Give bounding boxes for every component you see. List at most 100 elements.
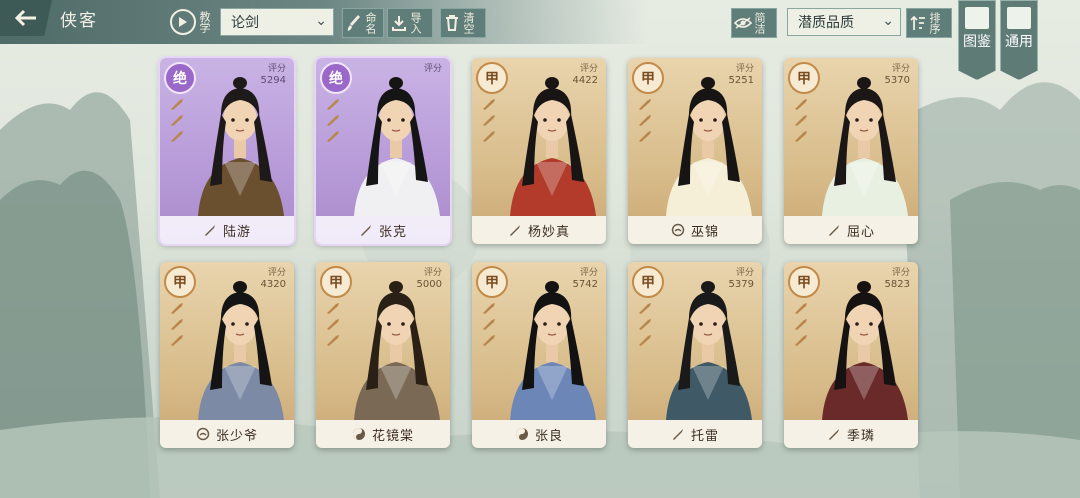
sword-icon [171, 115, 183, 126]
brush-icon [343, 12, 365, 34]
sword-icon [795, 335, 807, 346]
codex-label: 图鉴 [963, 34, 991, 50]
hero-portrait [822, 281, 908, 420]
score-label: 评分 [267, 64, 286, 74]
card-name-bar: 张克 [316, 216, 450, 244]
score-value: 5294 [260, 75, 286, 86]
clear-button[interactable]: 清空 [440, 8, 486, 38]
sword-icon [639, 303, 651, 314]
sword-icon [508, 223, 522, 237]
hero-card[interactable]: 花镜棠 甲 评分 5000 [316, 262, 450, 448]
score-value: 5742 [572, 279, 598, 290]
grade-badge: 甲 [320, 266, 352, 298]
hero-name: 张良 [534, 428, 563, 444]
sword-icon [827, 223, 841, 237]
hero-portrait [666, 77, 752, 216]
sword-icon [327, 303, 339, 314]
score-label: 评分 [735, 268, 754, 278]
card-name-bar: 花镜棠 [316, 420, 450, 448]
hero-card[interactable]: 陆游 绝 评分 5294 [158, 56, 296, 246]
hero-card[interactable]: 季璘 甲 评分 5823 [784, 262, 918, 448]
hero-card[interactable]: 张良 甲 评分 5742 [472, 262, 606, 448]
score-label: 评分 [735, 64, 754, 74]
tutorial-label: 教学 [198, 11, 211, 33]
circle-icon [196, 427, 210, 441]
score-label: 评分 [579, 64, 598, 74]
hero-name: 托雷 [690, 428, 719, 444]
score-value: 4422 [572, 75, 598, 86]
sword-icon [639, 115, 651, 126]
card-name-bar: 张少爷 [160, 420, 294, 448]
score-label: 评分 [579, 268, 598, 278]
rename-button[interactable]: 命名 [342, 8, 384, 38]
hero-portrait [666, 281, 752, 420]
sword-icon [327, 319, 339, 330]
sword-icon [327, 131, 339, 142]
score-block: 评分 5823 [885, 268, 910, 290]
grade-badge: 甲 [476, 62, 508, 94]
grade-badge: 甲 [788, 266, 820, 298]
sword-icon [639, 335, 651, 346]
sword-icon [639, 319, 651, 330]
clear-label: 清空 [462, 12, 475, 34]
hero-name: 杨妙真 [527, 224, 570, 240]
score-block: 评分 5370 [885, 64, 910, 86]
import-button[interactable]: 导入 [387, 8, 433, 38]
sword-icon [795, 303, 807, 314]
sword-icon [795, 319, 807, 330]
score-block: 评分 4320 [261, 268, 286, 290]
sword-icon [483, 335, 495, 346]
sword-icon [483, 131, 495, 142]
grade-badge: 甲 [632, 62, 664, 94]
hero-portrait [354, 281, 440, 420]
sword-icon [483, 303, 495, 314]
simple-toggle-button[interactable]: 简洁 [731, 8, 777, 38]
score-label: 评分 [891, 64, 910, 74]
general-button[interactable]: 通用 [1000, 0, 1038, 80]
card-name-bar: 季璘 [784, 420, 918, 448]
hero-card[interactable]: 张少爷 甲 评分 4320 [160, 262, 294, 448]
sword-icon [483, 115, 495, 126]
score-value: 5823 [884, 279, 910, 290]
eye-off-icon [732, 12, 754, 34]
tutorial-button[interactable]: 教学 [170, 8, 214, 36]
yinyang-icon [515, 427, 529, 441]
score-label: 评分 [891, 268, 910, 278]
sword-icon [639, 131, 651, 142]
sword-icon [483, 99, 495, 110]
chevron-down-icon: ⌄ [315, 13, 327, 29]
sword-icon [639, 99, 651, 110]
sort-select[interactable]: 潜质品质 ⌄ [787, 8, 901, 36]
circle-icon [671, 223, 685, 237]
score-label: 评分 [267, 268, 286, 278]
hero-card[interactable]: 杨妙真 甲 评分 4422 [472, 58, 606, 244]
hero-card[interactable]: 屈心 甲 评分 5370 [784, 58, 918, 244]
sort-label: 排序 [928, 12, 941, 34]
score-label: 评分 [423, 268, 442, 278]
card-name-bar: 陆游 [160, 216, 294, 244]
card-name-bar: 张良 [472, 420, 606, 448]
score-block: 评分 5742 [573, 268, 598, 290]
sword-icon [171, 99, 183, 110]
filter-select[interactable]: 论剑 ⌄ [220, 8, 334, 36]
sword-icon [795, 115, 807, 126]
sword-icon [171, 131, 183, 142]
grade-badge: 甲 [476, 266, 508, 298]
hero-name: 张克 [378, 224, 407, 240]
back-button[interactable] [0, 0, 52, 36]
top-bar: 侠客 教学 论剑 ⌄ 命名 导入 清空 简洁 潜质品质 ⌄ 排序 [0, 0, 1080, 44]
sword-icon [327, 335, 339, 346]
sword-icon [795, 99, 807, 110]
score-value: 5370 [884, 75, 910, 86]
hero-card[interactable]: 巫锦 甲 评分 5251 [628, 58, 762, 244]
hero-portrait [510, 77, 596, 216]
hero-card[interactable]: 张克 绝 评分 [314, 56, 452, 246]
rename-label: 命名 [364, 12, 377, 34]
grade-badge: 绝 [320, 62, 352, 94]
sword-icon [171, 303, 183, 314]
page-title: 侠客 [60, 11, 98, 31]
sort-button[interactable]: 排序 [906, 8, 952, 38]
hero-card[interactable]: 托雷 甲 评分 5379 [628, 262, 762, 448]
sword-icon [327, 99, 339, 110]
codex-button[interactable]: 图鉴 [958, 0, 996, 80]
